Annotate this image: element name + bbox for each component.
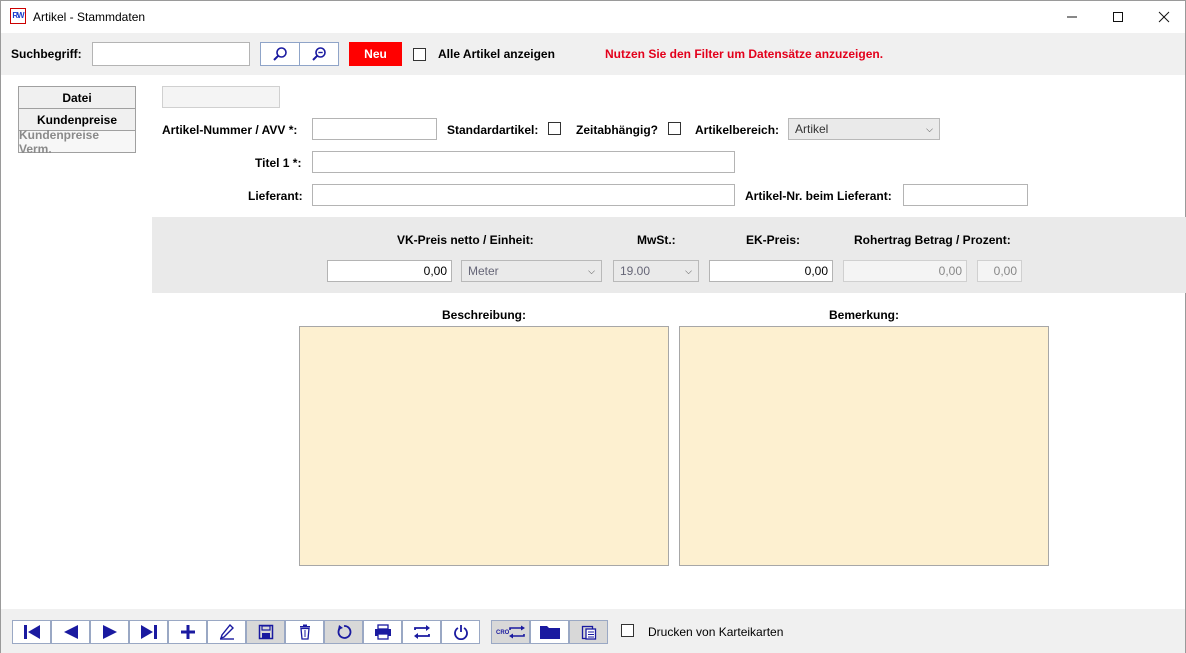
maximize-icon bbox=[1113, 12, 1123, 22]
chevron-down-icon: ⌵ bbox=[685, 265, 692, 276]
titel-label: Titel 1 *: bbox=[255, 156, 302, 170]
filter-hint-message: Nutzen Sie den Filter um Datensätze anzu… bbox=[605, 47, 884, 61]
show-all-checkbox[interactable] bbox=[413, 48, 426, 61]
refresh-icon bbox=[337, 625, 351, 639]
side-tabs: Datei Kundenpreise Kundenpreise Verm. bbox=[18, 86, 136, 156]
tab-datei[interactable]: Datei bbox=[18, 86, 136, 109]
minimize-icon bbox=[1067, 16, 1077, 18]
artikel-nr-lieferant-label: Artikel-Nr. beim Lieferant: bbox=[745, 189, 892, 203]
chevron-down-icon: ⌵ bbox=[588, 265, 595, 276]
window-title: Artikel - Stammdaten bbox=[33, 10, 146, 24]
titel-input[interactable] bbox=[312, 151, 735, 173]
zeitabhaengig-checkbox[interactable] bbox=[668, 122, 681, 135]
search-button[interactable] bbox=[260, 42, 300, 66]
previous-record-button[interactable] bbox=[51, 620, 90, 644]
lieferant-label: Lieferant: bbox=[248, 189, 303, 203]
tab-kundenpreise-verm: Kundenpreise Verm. bbox=[18, 128, 136, 156]
chevron-down-icon: ⌵ bbox=[926, 123, 933, 134]
artikelbereich-label: Artikelbereich: bbox=[695, 123, 780, 137]
artikel-nr-lieferant-input[interactable] bbox=[903, 184, 1028, 206]
bemerkung-label: Bemerkung: bbox=[828, 308, 899, 322]
cro-transfer-icon: CRO bbox=[496, 625, 525, 639]
arrow-right-icon bbox=[102, 625, 117, 639]
artikel-nummer-label: Artikel-Nummer / AVV *: bbox=[162, 123, 298, 137]
open-folder-button[interactable] bbox=[530, 620, 569, 644]
save-icon bbox=[258, 624, 273, 640]
lieferant-input[interactable] bbox=[312, 184, 735, 206]
cro-icon-text: CRO bbox=[496, 630, 510, 636]
vk-preis-label: VK-Preis netto / Einheit: bbox=[397, 233, 534, 247]
mwst-select[interactable]: 19.00 ⌵ bbox=[613, 260, 699, 282]
navigation-toolbar: CRO Drucken von Karteikarten bbox=[1, 609, 1185, 653]
trash-icon bbox=[299, 624, 310, 640]
artikelbereich-value: Artikel bbox=[795, 122, 829, 136]
add-record-button[interactable] bbox=[168, 620, 207, 644]
print-cards-label: Drucken von Karteikarten bbox=[648, 625, 784, 639]
pencil-icon bbox=[219, 624, 234, 640]
artikel-nummer-input[interactable] bbox=[312, 118, 437, 140]
search-toolbar: Suchbegriff: Neu Alle Artikel anzeigen N… bbox=[1, 33, 1185, 75]
mwst-value: 19.00 bbox=[620, 264, 651, 278]
print-cards-checkbox[interactable] bbox=[621, 624, 634, 637]
first-record-button[interactable] bbox=[12, 620, 51, 644]
rohertrag-label: Rohertrag Betrag / Prozent: bbox=[854, 233, 1011, 247]
artikelbereich-select[interactable]: Artikel ⌵ bbox=[788, 118, 940, 140]
beschreibung-textarea[interactable] bbox=[299, 326, 669, 566]
einheit-select[interactable]: Meter ⌵ bbox=[461, 260, 602, 282]
magnifier-icon bbox=[273, 47, 287, 61]
pricing-panel: VK-Preis netto / Einheit: MwSt.: EK-Prei… bbox=[152, 217, 1186, 293]
save-record-button[interactable] bbox=[246, 620, 285, 644]
new-article-button[interactable]: Neu bbox=[349, 42, 402, 66]
rohertrag-betrag-field bbox=[843, 260, 967, 282]
skip-last-icon bbox=[140, 625, 157, 639]
refresh-button[interactable] bbox=[324, 620, 363, 644]
clipboard-icon bbox=[581, 625, 596, 640]
skip-first-icon bbox=[23, 625, 40, 639]
close-icon bbox=[1158, 11, 1170, 23]
swap-arrows-icon bbox=[413, 625, 430, 639]
plus-icon bbox=[180, 625, 195, 639]
printer-icon bbox=[374, 624, 391, 640]
title-bar: RW Artikel - Stammdaten bbox=[1, 1, 1185, 33]
clipboard-button[interactable] bbox=[569, 620, 608, 644]
zeitabhaengig-label: Zeitabhängig? bbox=[576, 123, 658, 137]
bemerkung-textarea[interactable] bbox=[679, 326, 1049, 566]
record-id-field bbox=[162, 86, 280, 108]
standardartikel-label: Standardartikel: bbox=[447, 123, 539, 137]
einheit-value: Meter bbox=[468, 264, 499, 278]
maximize-button[interactable] bbox=[1095, 1, 1141, 33]
folder-icon bbox=[539, 626, 560, 639]
close-form-button[interactable] bbox=[441, 620, 480, 644]
last-record-button[interactable] bbox=[129, 620, 168, 644]
ek-preis-label: EK-Preis: bbox=[746, 233, 801, 247]
clear-search-button[interactable] bbox=[299, 42, 339, 66]
delete-record-button[interactable] bbox=[285, 620, 324, 644]
zoom-out-icon bbox=[312, 47, 326, 61]
rohertrag-prozent-field bbox=[977, 260, 1022, 282]
mwst-label: MwSt.: bbox=[637, 233, 676, 247]
power-icon bbox=[453, 625, 468, 640]
article-master-window: RW Artikel - Stammdaten Suchbegriff: Neu… bbox=[0, 0, 1186, 653]
vk-preis-input[interactable] bbox=[327, 260, 452, 282]
standardartikel-checkbox[interactable] bbox=[548, 122, 561, 135]
show-all-label: Alle Artikel anzeigen bbox=[438, 47, 555, 61]
app-logo-icon: RW bbox=[10, 8, 26, 24]
edit-record-button[interactable] bbox=[207, 620, 246, 644]
minimize-button[interactable] bbox=[1049, 1, 1095, 33]
print-button[interactable] bbox=[363, 620, 402, 644]
beschreibung-label: Beschreibung: bbox=[441, 308, 526, 322]
close-button[interactable] bbox=[1141, 1, 1186, 33]
search-input[interactable] bbox=[92, 42, 250, 66]
transfer-button[interactable] bbox=[402, 620, 441, 644]
search-label: Suchbegriff: bbox=[11, 47, 82, 61]
cro-transfer-button[interactable]: CRO bbox=[491, 620, 530, 644]
arrow-left-icon bbox=[63, 625, 78, 639]
next-record-button[interactable] bbox=[90, 620, 129, 644]
ek-preis-input[interactable] bbox=[709, 260, 833, 282]
